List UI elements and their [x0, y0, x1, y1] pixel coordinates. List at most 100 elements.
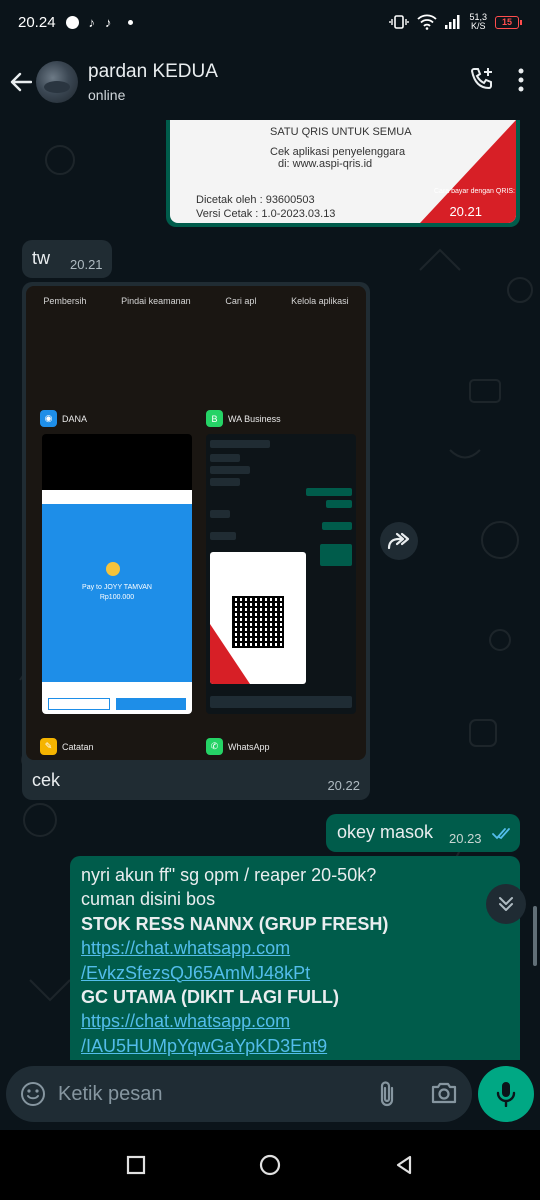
dana-amount: Rp100.000 [99, 594, 135, 601]
coin-icon [106, 562, 120, 576]
tiktok-icon-2: ♪ [105, 14, 112, 30]
preview-bubble [210, 532, 236, 540]
chat-area[interactable]: SATU QRIS UNTUK SEMUA Cek aplikasi penye… [0, 120, 540, 1060]
message-okey-masok[interactable]: okey masok 20.23 [326, 814, 520, 852]
app-name: Catatan [62, 741, 94, 752]
preview-bubble [320, 544, 352, 566]
read-receipt-icon [492, 828, 510, 840]
message-time: 20.22 [327, 778, 360, 793]
message-text: okey masok [337, 822, 434, 842]
message-input-box[interactable] [6, 1066, 472, 1122]
app-label-catatan: ✎ Catatan [40, 738, 94, 755]
app-label-whatsapp: ✆ WhatsApp [206, 738, 270, 755]
menu-item: Kelola aplikasi [291, 296, 349, 306]
app-label-wa-business: B WA Business [206, 410, 281, 427]
tiktok-icon: ♪ [88, 14, 96, 30]
header-actions [468, 66, 524, 99]
message-qris-image[interactable]: SATU QRIS UNTUK SEMUA Cek aplikasi penye… [166, 120, 520, 227]
system-nav-bar [0, 1130, 540, 1200]
dana-close-button [48, 698, 110, 710]
status-left: 20.24 ♪ ♪ [18, 14, 133, 31]
forward-button[interactable] [380, 522, 418, 560]
wifi-icon [417, 14, 438, 30]
wa-business-app-icon: B [206, 410, 223, 427]
dana-app-icon: ◉ [40, 410, 57, 427]
dana-pay-to: Pay to JOYY TAMVAN [82, 584, 152, 591]
signal-icon [445, 15, 460, 29]
contact-status: online [88, 87, 126, 103]
message-time: 20.23 [449, 831, 482, 846]
message-tw[interactable]: tw 20.21 [22, 240, 112, 278]
preview-bubble [210, 478, 240, 486]
more-options-icon[interactable] [518, 68, 524, 97]
vibrate-icon [389, 15, 410, 29]
message-link[interactable]: /IAU5HUMpYqwGaYpKD3Ent9 [81, 1034, 511, 1058]
dana-top-bar [42, 490, 192, 504]
app-label-dana: ◉ DANA [40, 410, 87, 427]
chat-header: pardan KEDUA online [0, 44, 540, 120]
menu-item: Pembersih [43, 296, 87, 306]
message-link[interactable]: https://chat.whatsapp.com [81, 1009, 511, 1033]
screenshot-image[interactable]: Pembersih Pindai keamanan Cari apl Kelol… [26, 286, 366, 760]
message-link[interactable]: /EvkzSfezsQJ65AmMJ48kPt [81, 961, 511, 985]
app-name: WhatsApp [228, 741, 270, 752]
contact-name: pardan KEDUA [88, 61, 218, 82]
back-arrow-icon[interactable] [8, 69, 34, 95]
message-line: nyri akun ff" sg opm / reaper 20-50k? [81, 865, 377, 885]
preview-bubble [326, 500, 352, 508]
qris-printed-by: Dicetak oleh : 93600503 [196, 194, 315, 206]
message-time: 20.21 [70, 257, 103, 272]
message-screenshot[interactable]: Pembersih Pindai keamanan Cari apl Kelol… [22, 282, 370, 800]
status-bar: 20.24 ♪ ♪ 51,3 K/S 15 [0, 0, 540, 44]
input-bar [0, 1060, 540, 1130]
wa-business-preview [206, 434, 356, 714]
app-name: DANA [62, 413, 88, 424]
scrollbar[interactable] [533, 906, 537, 966]
battery-icon: 15 [495, 15, 522, 29]
back-nav-icon[interactable] [394, 1155, 414, 1175]
recent-apps-icon[interactable] [126, 1155, 146, 1175]
preview-input [210, 696, 352, 708]
message-line: cuman disini bos [81, 889, 216, 910]
preview-bubble [210, 510, 230, 518]
contact-info[interactable]: pardan KEDUA online [88, 61, 218, 103]
screenshot-top-menu: Pembersih Pindai keamanan Cari apl Kelol… [26, 286, 366, 316]
menu-item: Cari apl [225, 296, 257, 306]
more-notifications-dot-icon [127, 19, 133, 25]
preview-qr-image [210, 552, 306, 684]
add-call-icon[interactable] [468, 66, 496, 99]
qris-line-3: di: www.aspi-qris.id [278, 158, 373, 170]
preview-bubble [210, 454, 240, 462]
scroll-to-bottom-button[interactable] [486, 884, 526, 924]
qris-line-1: SATU QRIS UNTUK SEMUA [270, 126, 412, 138]
message-line-bold: STOK RESS NANNX (GRUP FRESH) [81, 913, 389, 934]
attach-icon[interactable] [376, 1080, 398, 1108]
notification-dot-icon [65, 15, 79, 29]
message-time: 20.21 [449, 204, 482, 219]
qr-code-icon [232, 596, 284, 648]
battery-tip [520, 19, 522, 25]
qris-image[interactable]: SATU QRIS UNTUK SEMUA Cek aplikasi penye… [170, 120, 516, 223]
mic-button[interactable] [478, 1066, 534, 1122]
dana-confirm-button [116, 698, 186, 710]
preview-bubble [210, 466, 250, 474]
preview-bubble [322, 522, 352, 530]
message-line-bold: GC UTAMA (DIKIT LAGI FULL) [81, 987, 339, 1008]
network-speed-unit: K/S [470, 21, 486, 31]
app-name: WA Business [228, 413, 281, 424]
forward-icon [387, 532, 410, 550]
message-text: tw [32, 248, 50, 268]
message-input[interactable] [58, 1082, 358, 1106]
status-time: 20.24 [18, 13, 56, 31]
qris-version: Versi Cetak : 1.0-2023.03.13 [196, 208, 336, 220]
avatar[interactable] [36, 61, 78, 103]
message-body: nyri akun ff" sg opm / reaper 20-50k? cu… [81, 863, 511, 1058]
mic-icon [496, 1082, 516, 1107]
home-icon[interactable] [259, 1154, 281, 1176]
emoji-icon[interactable] [20, 1081, 46, 1107]
qris-pay-hint: Cara bayar dengan QRIS: [434, 188, 515, 195]
message-promo[interactable]: nyri akun ff" sg opm / reaper 20-50k? cu… [70, 856, 520, 1060]
message-link[interactable]: https://chat.whatsapp.com [81, 936, 511, 960]
menu-item: Pindai keamanan [121, 296, 191, 306]
camera-icon[interactable] [430, 1080, 458, 1106]
